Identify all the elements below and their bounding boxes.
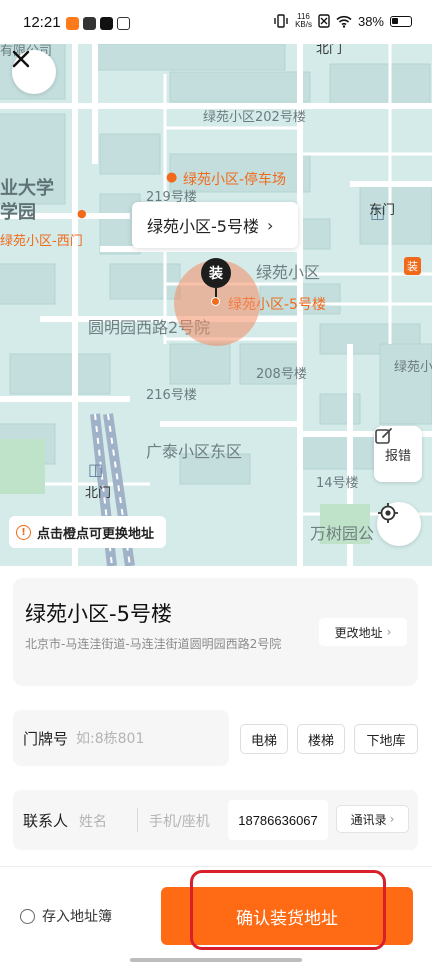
- info-icon: !: [16, 524, 31, 540]
- map-view[interactable]: 有限公司 北门 绿苑小区202号楼 业大学 学园 ● 绿苑小区-停车场 219号…: [0, 44, 432, 566]
- report-error-button[interactable]: 报错: [374, 426, 422, 482]
- location-callout[interactable]: 绿苑小区-5号楼 ›: [132, 202, 298, 248]
- chevron-right-icon: ›: [266, 215, 274, 235]
- edit-icon: [375, 428, 392, 444]
- contacts-book-button[interactable]: 通讯录 ›: [336, 805, 409, 833]
- change-address-button[interactable]: 更改地址 ›: [319, 618, 407, 646]
- map-poi-dot[interactable]: ●: [77, 207, 87, 220]
- close-icon: [12, 50, 30, 68]
- door-icon: ◫: [88, 460, 104, 479]
- locate-me-button[interactable]: [377, 502, 421, 546]
- save-to-address-book-label: 存入地址簿: [42, 909, 112, 925]
- wifi-icon: [336, 15, 352, 28]
- net-speed-unit: KB/s: [295, 20, 312, 29]
- close-button[interactable]: [12, 50, 56, 94]
- map-label: 东门: [369, 203, 396, 218]
- map-label: 广泰小区东区: [146, 442, 243, 461]
- chevron-right-icon: ›: [386, 625, 392, 639]
- crosshair-icon: [378, 503, 398, 523]
- callout-title: 绿苑小区-5号楼: [147, 217, 259, 236]
- phone-input[interactable]: 18786636067: [228, 800, 328, 840]
- pin-label: 装: [209, 266, 223, 282]
- contacts-book-label: 通讯录: [350, 812, 387, 827]
- map-label: 绿苑小区202号楼: [203, 110, 306, 125]
- status-bar: 12:21 116 KB/s 38%: [0, 0, 432, 44]
- divider: [0, 866, 432, 867]
- chevron-right-icon: ›: [389, 812, 395, 826]
- contact-name-input[interactable]: 姓名: [79, 811, 107, 831]
- location-pin-icon[interactable]: 装: [201, 258, 231, 288]
- chip-stairs[interactable]: 楼梯: [297, 724, 345, 754]
- contact-label: 联系人: [23, 812, 69, 830]
- map-label: 216号楼: [146, 388, 197, 403]
- status-time: 12:21: [23, 14, 61, 31]
- door-number-input[interactable]: 如:8栋801: [76, 728, 144, 748]
- map-label: 北门: [85, 486, 112, 501]
- confirm-loading-address-button[interactable]: 确认装货地址: [161, 887, 413, 945]
- save-to-address-book[interactable]: 存入地址簿: [20, 906, 112, 926]
- contact-field: 联系人 姓名 手机/座机 18786636067 通讯录 ›: [13, 790, 418, 850]
- no-sim-icon: [318, 14, 330, 28]
- address-card: 绿苑小区-5号楼 北京市-马连洼街道-马连洼街道圆明园西路2号院 更改地址 ›: [13, 578, 418, 686]
- address-detail: 北京市-马连洼街道-马连洼街道圆明园西路2号院: [25, 637, 282, 651]
- map-label: 学园: [0, 202, 36, 223]
- phone-placeholder: 手机/座机: [149, 814, 210, 830]
- door-number-field[interactable]: 门牌号 如:8栋801: [13, 710, 229, 766]
- report-error-label: 报错: [384, 448, 411, 464]
- change-address-label: 更改地址: [334, 625, 383, 640]
- map-label: 绿苑小: [394, 360, 432, 375]
- map-poi-dot[interactable]: ●: [166, 170, 177, 185]
- address-form-sheet: 绿苑小区-5号楼 北京市-马连洼街道-马连洼街道圆明园西路2号院 更改地址 › …: [0, 566, 432, 964]
- map-label: 绿苑小区: [256, 263, 321, 282]
- divider: [137, 808, 138, 832]
- app-notification-icon: [66, 17, 79, 30]
- door-number-label: 门牌号: [23, 729, 69, 748]
- notification-icons: [66, 17, 130, 30]
- radio-unchecked-icon[interactable]: [20, 908, 35, 924]
- map-label: 万树园公: [310, 524, 375, 543]
- map-poi-parking[interactable]: 绿苑小区-停车场: [183, 169, 286, 189]
- map-label: 14号楼: [316, 476, 359, 491]
- vibrate-icon: [274, 14, 288, 28]
- status-right: 116 KB/s 38%: [273, 13, 412, 29]
- map-label: 业大学: [0, 178, 54, 199]
- tiktok-icon: [100, 17, 113, 30]
- app-notification-icon: [117, 17, 130, 30]
- map-poi-badge[interactable]: 装: [404, 257, 421, 275]
- chip-basement[interactable]: 下地库: [354, 724, 418, 754]
- battery-icon: [390, 15, 412, 27]
- map-tip: ! 点击橙点可更换地址: [9, 516, 167, 548]
- map-tip-text: 点击橙点可更换地址: [37, 526, 155, 542]
- map-label: 208号楼: [256, 367, 307, 382]
- net-speed: 116 KB/s: [295, 13, 312, 29]
- home-indicator[interactable]: [130, 958, 302, 962]
- map-label: 北门: [316, 44, 343, 57]
- address-title: 绿苑小区-5号楼: [25, 602, 172, 626]
- chip-elevator[interactable]: 电梯: [240, 724, 288, 754]
- map-poi-west-gate[interactable]: 绿苑小区-西门: [0, 230, 83, 249]
- battery-percent: 38%: [357, 13, 384, 29]
- selected-location-dot[interactable]: [211, 297, 220, 306]
- app-notification-icon: [83, 17, 96, 30]
